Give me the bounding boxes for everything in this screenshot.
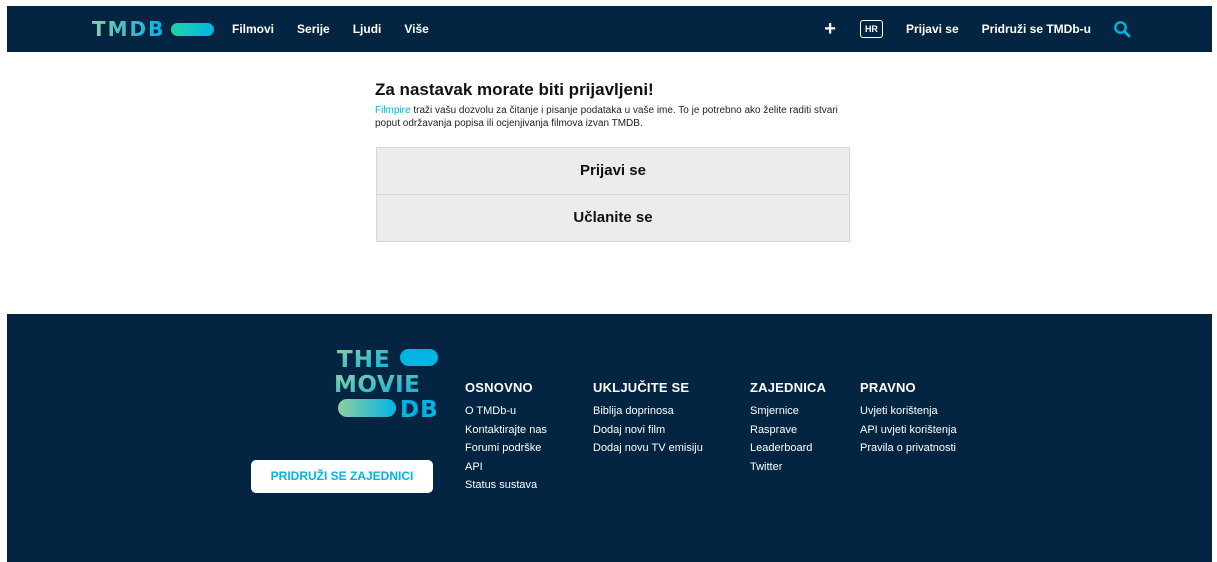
language-selector[interactable]: HR — [859, 20, 883, 38]
join-community-button[interactable]: PRIDRUŽI SE ZAJEDNICI — [251, 460, 433, 493]
footer-column-basics: OSNOVNO O TMDb-u Kontaktirajte nas Forum… — [465, 380, 547, 495]
footer-link-system-status[interactable]: Status sustava — [465, 476, 547, 495]
footer-link-support-forums[interactable]: Forumi podrške — [465, 439, 547, 458]
main-menu: Filmovi Serije Ljudi Više — [232, 6, 452, 52]
description-text: traži vašu dozvolu za čitanje i pisanje … — [375, 105, 838, 129]
footer-link-add-movie[interactable]: Dodaj novi film — [593, 421, 703, 440]
footer-column-legal: PRAVNO Uvjeti korištenja API uvjeti kori… — [860, 380, 957, 458]
page-title: Za nastavak morate biti prijavljeni! — [375, 80, 654, 99]
nav-movies[interactable]: Filmovi — [232, 22, 274, 36]
logo-pill-shape — [171, 22, 215, 36]
logo-pill-bottom — [338, 399, 396, 417]
tmdb-logo[interactable]: TMDB — [92, 17, 215, 41]
footer-link-about[interactable]: O TMDb-u — [465, 402, 547, 421]
auth-required-panel: Za nastavak morate biti prijavljeni! Fil… — [375, 80, 850, 242]
logo-pill-top — [400, 349, 438, 366]
footer-link-contribution-bible[interactable]: Biblija doprinosa — [593, 402, 703, 421]
signup-button[interactable]: Učlanite se — [377, 194, 849, 241]
nav-people[interactable]: Ljudi — [353, 22, 382, 36]
logo-line-the: THE — [337, 347, 391, 373]
footer-link-twitter[interactable]: Twitter — [750, 458, 826, 477]
footer-column-title: UKLJUČITE SE — [593, 380, 690, 395]
page: TMDB Filmovi Serije Ljudi Više + HR Prij… — [0, 0, 1217, 562]
footer-column-get-involved: UKLJUČITE SE Biblija doprinosa Dodaj nov… — [593, 380, 703, 458]
footer-link-guidelines[interactable]: Smjernice — [750, 402, 826, 421]
nav-tv-shows[interactable]: Serije — [297, 22, 330, 36]
the-movie-db-logo[interactable]: THE MOVIE DB — [334, 344, 439, 424]
footer-link-privacy-policy[interactable]: Pravila o privatnosti — [860, 439, 957, 458]
login-button[interactable]: Prijavi se — [377, 148, 849, 194]
permission-description: Filmpire traži vašu dozvolu za čitanje i… — [375, 104, 845, 130]
logo-text: TMDB — [92, 17, 166, 41]
user-menu: + HR Prijavi se Pridruži se TMDb-u — [824, 6, 1131, 52]
footer-link-api-terms[interactable]: API uvjeti korištenja — [860, 421, 957, 440]
footer-column-community: ZAJEDNICA Smjernice Rasprave Leaderboard… — [750, 380, 826, 476]
auth-options: Prijavi se Učlanite se — [376, 147, 850, 242]
footer: THE MOVIE DB PRIDRUŽI SE ZAJEDNICI OSNOV… — [7, 314, 1212, 562]
footer-column-title: OSNOVNO — [465, 380, 533, 395]
footer-link-add-tv-show[interactable]: Dodaj novu TV emisiju — [593, 439, 703, 458]
login-link[interactable]: Prijavi se — [906, 22, 959, 36]
footer-link-contact[interactable]: Kontaktirajte nas — [465, 421, 547, 440]
footer-link-api[interactable]: API — [465, 458, 547, 477]
nav-more[interactable]: Više — [404, 22, 428, 36]
footer-link-leaderboard[interactable]: Leaderboard — [750, 439, 826, 458]
logo-line-db: DB — [400, 397, 439, 423]
footer-link-terms-of-use[interactable]: Uvjeti korištenja — [860, 402, 957, 421]
plus-icon[interactable]: + — [824, 19, 836, 39]
top-navigation-bar: TMDB Filmovi Serije Ljudi Više + HR Prij… — [7, 6, 1212, 52]
footer-column-title: PRAVNO — [860, 380, 916, 395]
footer-column-title: ZAJEDNICA — [750, 380, 827, 395]
footer-link-discussions[interactable]: Rasprave — [750, 421, 826, 440]
logo-line-movie: MOVIE — [334, 372, 420, 398]
search-icon[interactable] — [1113, 20, 1131, 38]
join-link[interactable]: Pridruži se TMDb-u — [982, 22, 1091, 36]
app-name-link[interactable]: Filmpire — [375, 105, 411, 116]
